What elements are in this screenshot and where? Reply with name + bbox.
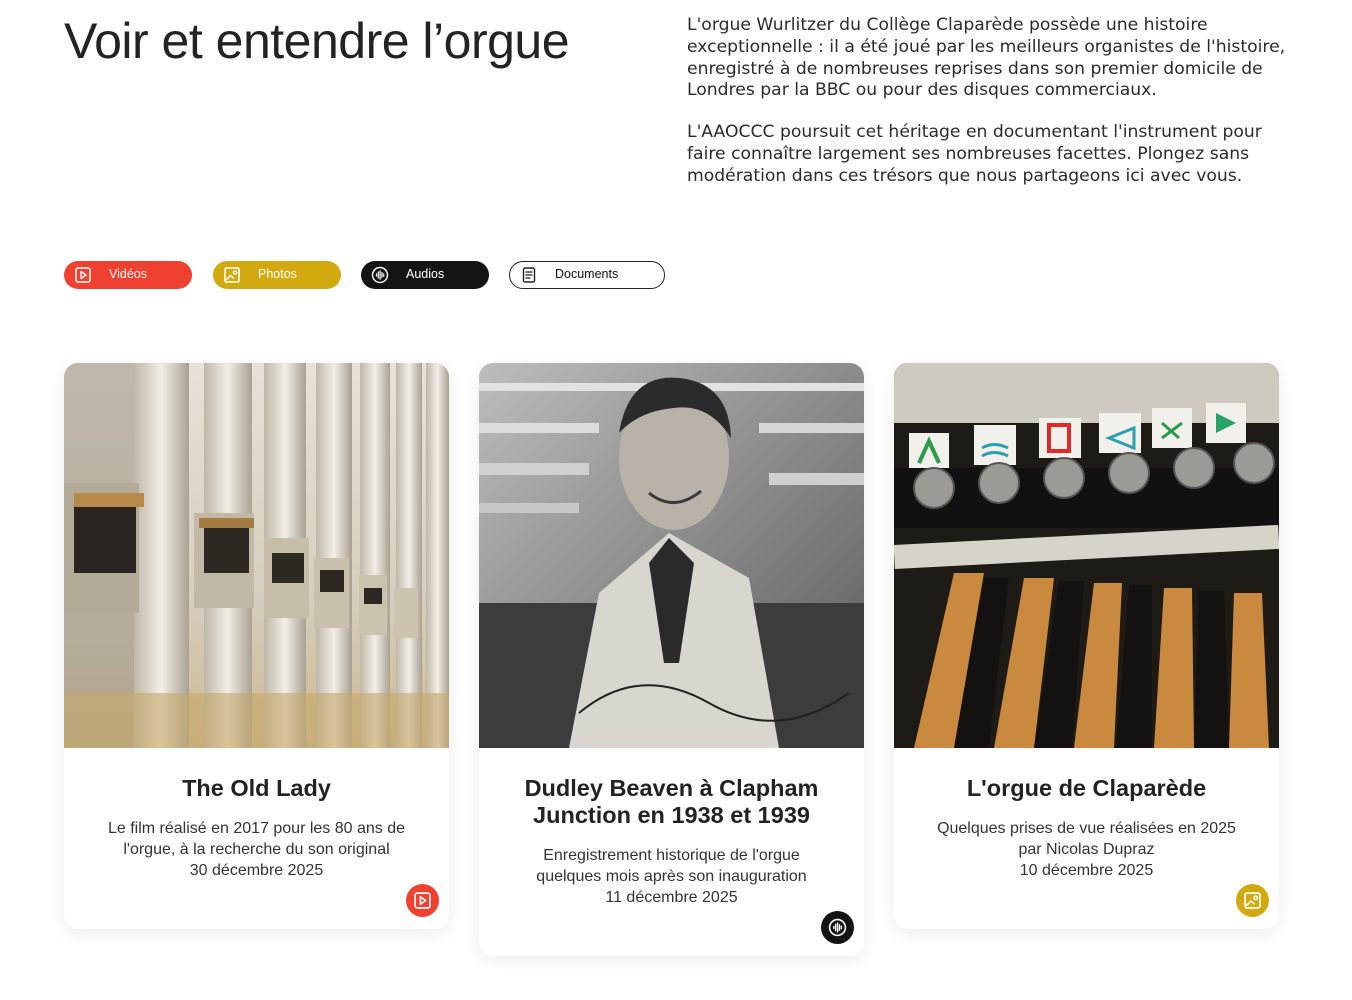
filter-documents-label: Documents: [555, 267, 619, 281]
video-icon: [414, 892, 431, 909]
organ-pipes-image: [64, 363, 449, 748]
audio-badge: [821, 911, 854, 944]
card-description: Quelques prises de vue réalisées en 2025…: [937, 820, 1236, 858]
filter-videos-button[interactable]: Vidéos: [64, 261, 192, 289]
media-card-dudley-beaven[interactable]: Dudley Beaven à Clapham Junction en 1938…: [479, 363, 864, 956]
intro-paragraph-1: L'orgue Wurlitzer du Collège Claparède p…: [687, 15, 1286, 101]
organ-console-image: [894, 363, 1279, 748]
video-icon: [75, 267, 91, 283]
media-card-old-lady[interactable]: The Old Lady Le film réalisé en 2017 pou…: [64, 363, 449, 929]
media-card-orgue-claparede[interactable]: L'orgue de Claparède Quelques prises de …: [894, 363, 1279, 929]
document-icon: [522, 267, 536, 283]
photo-badge: [1236, 884, 1269, 917]
filter-audios-button[interactable]: Audios: [361, 261, 489, 289]
photo-icon: [224, 267, 240, 283]
filter-audios-label: Audios: [406, 267, 445, 281]
card-description: Enregistrement historique de l'orgue que…: [536, 847, 807, 885]
photo-icon: [1244, 892, 1261, 909]
video-badge: [406, 884, 439, 917]
intro-paragraph-2: L'AAOCCC poursuit cet héritage en docume…: [687, 122, 1262, 186]
organist-portrait-image: [479, 363, 864, 748]
filter-documents-button[interactable]: Documents: [509, 261, 665, 289]
audio-icon: [828, 918, 847, 937]
card-date: 10 décembre 2025: [1019, 862, 1154, 879]
card-title: L'orgue de Claparède: [966, 775, 1207, 801]
card-title: Dudley Beaven à Clapham Junction en 1938…: [524, 775, 819, 828]
card-date: 30 décembre 2025: [189, 862, 324, 879]
card-date: 11 décembre 2025: [605, 889, 738, 906]
card-description: Le film réalisé en 2017 pour les 80 ans …: [107, 820, 406, 858]
filter-photos-label: Photos: [258, 267, 297, 281]
audio-icon: [371, 266, 389, 284]
filter-photos-button[interactable]: Photos: [213, 261, 341, 289]
filter-videos-label: Vidéos: [109, 267, 147, 281]
card-title: The Old Lady: [182, 775, 331, 801]
page-title: Voir et entendre l’orgue: [64, 13, 570, 69]
intro-text: L'orgue Wurlitzer du Collège Claparède p…: [687, 15, 1287, 188]
